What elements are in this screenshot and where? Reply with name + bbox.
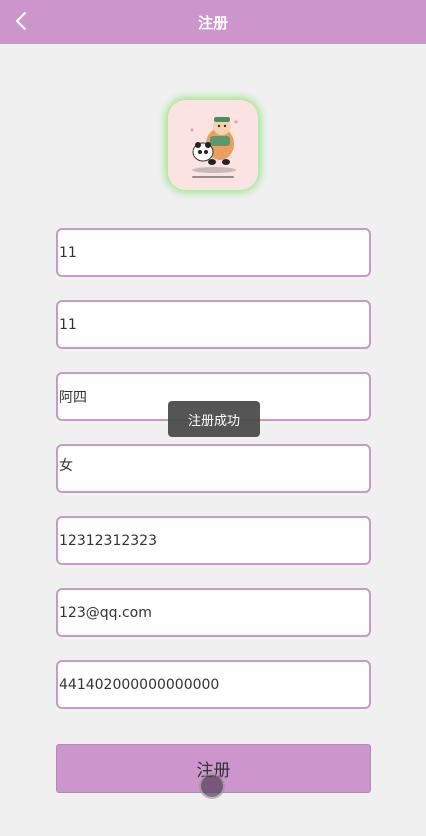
username-input[interactable] (58, 230, 369, 275)
phone-field[interactable] (56, 516, 371, 565)
header-bar: 注册 (0, 0, 426, 44)
page-title: 注册 (197, 13, 228, 32)
success-toast: 注册成功 (168, 401, 260, 437)
gender-input[interactable] (58, 446, 369, 491)
password-input[interactable] (58, 302, 369, 347)
touch-indicator (201, 775, 223, 797)
password-field[interactable] (56, 300, 371, 349)
username-field[interactable] (56, 228, 371, 277)
phone-input[interactable] (58, 518, 369, 563)
email-input[interactable] (58, 590, 369, 635)
chevron-left-icon (15, 11, 27, 31)
gender-field[interactable] (56, 444, 371, 493)
cartoon-avatar-icon (168, 100, 258, 190)
avatar[interactable] (168, 100, 258, 190)
id-number-input[interactable] (58, 662, 369, 707)
email-field[interactable] (56, 588, 371, 637)
back-button[interactable] (6, 6, 36, 36)
id-number-field[interactable] (56, 660, 371, 709)
